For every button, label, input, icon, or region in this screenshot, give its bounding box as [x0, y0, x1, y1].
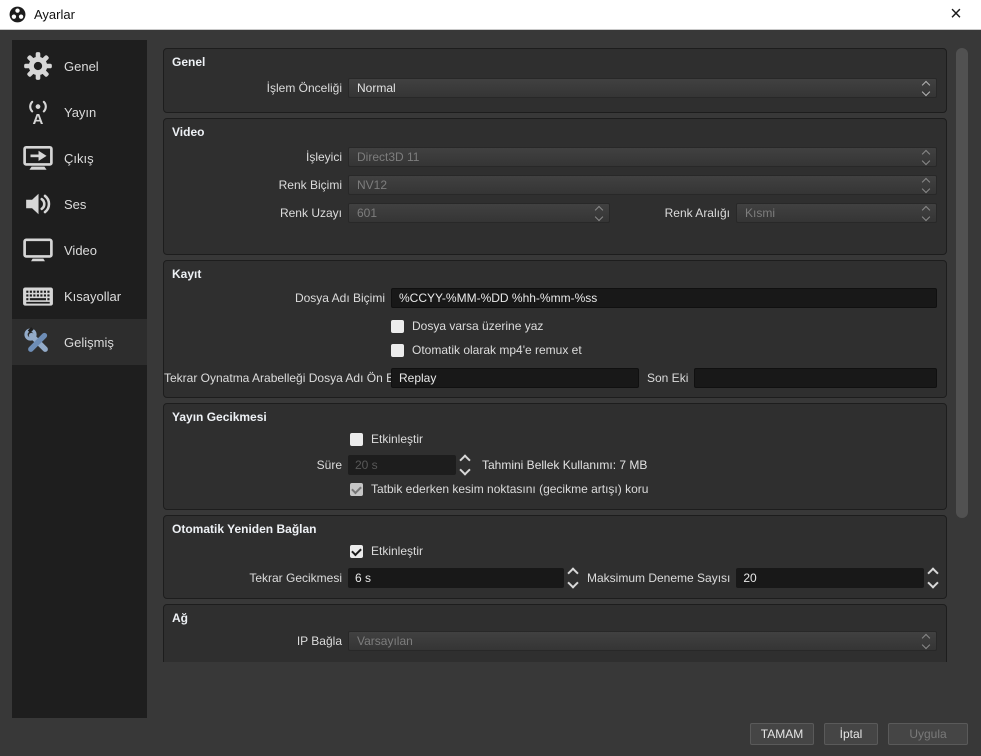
- reconnect-enable-label[interactable]: Etkinleştir: [371, 544, 423, 558]
- sidebar-item-genel[interactable]: Genel: [12, 43, 147, 89]
- obs-logo-icon: [9, 6, 26, 23]
- svg-text:A: A: [33, 111, 44, 126]
- color-space-label: Renk Uzayı: [279, 206, 342, 220]
- max-retries-spinbox[interactable]: 20: [736, 568, 924, 588]
- group-genel: Genel İşlem Önceliği Normal: [163, 48, 947, 113]
- combo-spinner-icon: [921, 148, 931, 166]
- ok-button[interactable]: TAMAM: [750, 723, 814, 745]
- combo-spinner-icon: [921, 632, 931, 650]
- preserve-cutoff-label: Tatbik ederken kesim noktasını (gecikme …: [371, 482, 649, 496]
- estimated-memory-text: Tahmini Bellek Kullanımı: 7 MB: [482, 458, 648, 472]
- reconnect-enable-checkbox[interactable]: [350, 544, 363, 558]
- delay-enable-checkbox[interactable]: [350, 432, 363, 446]
- duration-spinbox: 20 s: [348, 455, 456, 475]
- group-title: Kayıt: [172, 267, 202, 281]
- sidebar-item-label: Genel: [64, 58, 99, 74]
- remux-checkbox[interactable]: [391, 343, 404, 357]
- tools-icon: [21, 327, 55, 357]
- duration-label: Süre: [316, 458, 342, 472]
- apply-button: Uygula: [888, 723, 968, 745]
- group-title: Genel: [172, 55, 206, 69]
- close-icon[interactable]: ×: [941, 0, 971, 29]
- combo-spinner-icon: [594, 204, 604, 222]
- gear-icon: [21, 51, 55, 81]
- filename-format-label: Dosya Adı Biçimi: [294, 291, 385, 305]
- overwrite-checkbox-row[interactable]: Dosya varsa üzerine yaz: [391, 318, 543, 334]
- color-space-select: 601: [348, 203, 610, 223]
- output-monitor-icon: [21, 145, 55, 171]
- sidebar-item-label: Yayın: [64, 104, 97, 120]
- process-priority-select[interactable]: Normal: [348, 78, 937, 98]
- keyboard-icon: [21, 284, 55, 308]
- sidebar-item-label: Ses: [64, 196, 87, 212]
- color-format-label: Renk Biçimi: [278, 178, 342, 192]
- sidebar-item-yayin[interactable]: A Yayın: [12, 89, 147, 135]
- renderer-select: Direct3D 11: [348, 147, 937, 167]
- settings-scroll-area: Genel İşlem Önceliği Normal Video İşleyi…: [163, 40, 947, 662]
- group-oto-yeniden-baglan: Otomatik Yeniden Bağlan Etkinleştir Tekr…: [163, 515, 947, 599]
- color-range-label: Renk Aralığı: [664, 206, 730, 220]
- suffix-label: Son Eki: [647, 371, 689, 385]
- preserve-cutoff-checkbox-row: Tatbik ederken kesim noktasını (gecikme …: [350, 481, 648, 497]
- sidebar-item-label: Video: [64, 242, 98, 258]
- sidebar-item-video[interactable]: Video: [12, 227, 147, 273]
- sidebar-item-cikis[interactable]: Çıkış: [12, 135, 147, 181]
- sidebar-item-gelismis[interactable]: Gelişmiş: [12, 319, 147, 365]
- group-video: Video İşleyici Direct3D 11 Renk Biçimi N…: [163, 118, 947, 255]
- replay-prefix-label: Tekrar Oynatma Arabelleği Dosya Adı Ön E…: [164, 371, 403, 385]
- group-title: Yayın Gecikmesi: [172, 410, 267, 424]
- delay-enable-checkbox-row[interactable]: Etkinleştir: [350, 431, 423, 447]
- group-title: Ağ: [172, 611, 188, 625]
- window-title: Ayarlar: [34, 7, 75, 22]
- delay-enable-label[interactable]: Etkinleştir: [371, 432, 423, 446]
- speaker-icon: [21, 191, 55, 217]
- renderer-label: İşleyici: [305, 150, 342, 164]
- group-title: Otomatik Yeniden Bağlan: [172, 522, 317, 536]
- sidebar-item-label: Çıkış: [64, 150, 94, 166]
- monitor-icon: [21, 238, 55, 262]
- group-ag: Ağ IP Bağla Varsayılan: [163, 604, 947, 662]
- remux-checkbox-label[interactable]: Otomatik olarak mp4'e remux et: [412, 343, 582, 357]
- preserve-cutoff-checkbox: [350, 482, 363, 496]
- remux-checkbox-row[interactable]: Otomatik olarak mp4'e remux et: [391, 342, 582, 358]
- retry-delay-label: Tekrar Gecikmesi: [249, 571, 342, 585]
- max-retries-label: Maksimum Deneme Sayısı: [587, 571, 731, 585]
- combo-spinner-icon: [921, 79, 931, 97]
- color-range-select: Kısmi: [736, 203, 937, 223]
- suffix-input[interactable]: [694, 368, 937, 388]
- sidebar-item-kisayollar[interactable]: Kısayollar: [12, 273, 147, 319]
- dialog-footer: TAMAM İptal Uygula: [750, 723, 968, 745]
- bind-ip-select[interactable]: Varsayılan: [348, 631, 937, 651]
- sidebar-item-label: Gelişmiş: [64, 334, 114, 350]
- settings-sidebar: Genel A Yayın Çıkış Ses Video Kısayollar…: [12, 40, 147, 718]
- overwrite-checkbox[interactable]: [391, 319, 404, 333]
- spinbox-arrows-icon: [459, 454, 471, 476]
- sidebar-item-label: Kısayollar: [64, 288, 122, 304]
- combo-spinner-icon: [921, 204, 931, 222]
- cancel-button[interactable]: İptal: [824, 723, 878, 745]
- bind-ip-label: IP Bağla: [296, 634, 342, 648]
- sidebar-item-ses[interactable]: Ses: [12, 181, 147, 227]
- group-kayit: Kayıt Dosya Adı Biçimi Dosya varsa üzeri…: [163, 260, 947, 398]
- window-titlebar[interactable]: Ayarlar ×: [0, 0, 981, 30]
- retry-delay-spinbox[interactable]: 6 s: [348, 568, 564, 588]
- group-yayin-gecikmesi: Yayın Gecikmesi Etkinleştir Süre 20 s Ta…: [163, 403, 947, 510]
- vertical-scrollbar-thumb[interactable]: [956, 48, 968, 518]
- group-title: Video: [172, 125, 205, 139]
- broadcast-icon: A: [21, 98, 55, 126]
- combo-spinner-icon: [921, 176, 931, 194]
- spinbox-arrows-icon[interactable]: [927, 567, 939, 589]
- color-format-select: NV12: [348, 175, 937, 195]
- filename-format-input[interactable]: [391, 288, 937, 308]
- replay-prefix-input[interactable]: [391, 368, 639, 388]
- reconnect-enable-checkbox-row[interactable]: Etkinleştir: [350, 543, 423, 559]
- overwrite-checkbox-label[interactable]: Dosya varsa üzerine yaz: [412, 319, 543, 333]
- process-priority-label: İşlem Önceliği: [266, 81, 342, 95]
- spinbox-arrows-icon[interactable]: [567, 567, 579, 589]
